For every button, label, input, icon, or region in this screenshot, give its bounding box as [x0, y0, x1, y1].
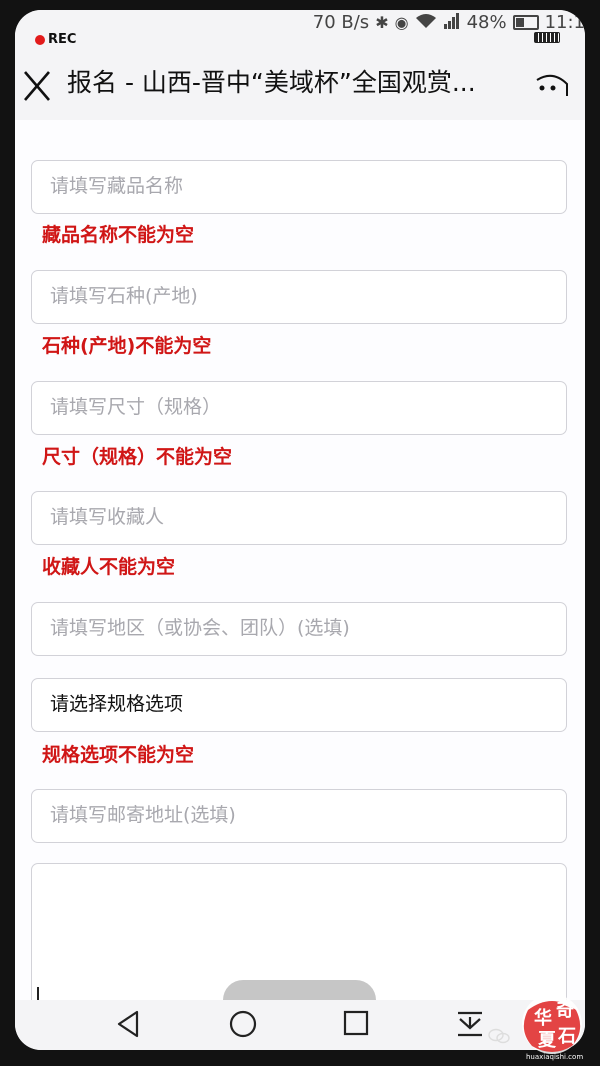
- pulldown-icon: [458, 1011, 482, 1037]
- region-input[interactable]: 请填写地区（或协会、团队）(选填): [31, 602, 567, 656]
- status-icons: 70 B/s ✱ ◉ 48% 11:1: [313, 12, 585, 33]
- registration-form: 请填写藏品名称 藏品名称不能为空 请填写石种(产地) 石种(产地)不能为空 请填…: [15, 120, 585, 1023]
- recording-indicator: REC: [35, 32, 76, 47]
- app-header: 报名 - 山西-晋中“美域杯”全国观赏...: [15, 50, 585, 120]
- signal-icon: [443, 12, 461, 33]
- mail-address-input[interactable]: 请填写邮寄地址(选填): [31, 789, 567, 843]
- record-dot-icon: [35, 34, 45, 45]
- status-bar: REC 70 B/s ✱ ◉ 48% 11:1: [15, 10, 585, 48]
- spec-option-error: 规格选项不能为空: [42, 744, 195, 766]
- home-icon: [229, 1010, 257, 1038]
- svg-text:夏: 夏: [538, 1030, 557, 1051]
- collector-input[interactable]: 请填写收藏人: [31, 491, 567, 545]
- wechat-icon: [488, 1028, 510, 1044]
- battery-fill: [515, 18, 525, 27]
- notification-pulldown-button[interactable]: [452, 1008, 488, 1040]
- collection-name-input[interactable]: 请填写藏品名称: [31, 160, 567, 214]
- stone-type-error: 石种(产地)不能为空: [42, 335, 212, 357]
- eye-comfort-icon: ◉: [394, 13, 409, 32]
- page-title: 报名 - 山西-晋中“美域杯”全国观赏...: [67, 68, 476, 97]
- collector-error: 收藏人不能为空: [42, 556, 176, 578]
- close-icon: [24, 71, 50, 101]
- recorder-battery-icon: [534, 32, 560, 43]
- status-time: 11:1: [544, 12, 585, 33]
- spec-option-select[interactable]: 请选择规格选项: [31, 678, 567, 732]
- back-icon: [117, 1010, 139, 1038]
- battery-icon: [512, 15, 539, 30]
- network-speed: 70 B/s: [312, 12, 370, 33]
- size-error: 尺寸（规格）不能为空: [42, 446, 233, 468]
- home-button[interactable]: [225, 1008, 261, 1040]
- huaxia-qishi-watermark-logo: 华 奇 夏 石 huaxiaqishi.com: [506, 990, 598, 1062]
- bluetooth-icon: ✱: [375, 13, 389, 32]
- wifi-icon: [415, 13, 437, 33]
- stone-type-input[interactable]: 请填写石种(产地): [31, 270, 567, 324]
- size-input[interactable]: 请填写尺寸（规格）: [31, 381, 567, 435]
- svg-text:huaxiaqishi.com: huaxiaqishi.com: [526, 1053, 583, 1061]
- close-button[interactable]: [19, 64, 59, 104]
- recents-button[interactable]: [338, 1008, 374, 1040]
- more-icon: [536, 74, 568, 96]
- svg-text:华: 华: [534, 1007, 552, 1029]
- battery-percent: 48%: [466, 12, 507, 33]
- rec-label: REC: [48, 32, 77, 47]
- more-options-button[interactable]: [533, 66, 573, 106]
- svg-text:石: 石: [557, 1026, 576, 1047]
- recents-icon: [343, 1010, 369, 1036]
- phone-screen: REC 70 B/s ✱ ◉ 48% 11:1 报名 - 山西-晋中“美域杯”全…: [15, 10, 585, 1050]
- svg-text:奇: 奇: [556, 999, 574, 1021]
- collection-name-error: 藏品名称不能为空: [42, 224, 195, 246]
- back-button[interactable]: [111, 1008, 147, 1040]
